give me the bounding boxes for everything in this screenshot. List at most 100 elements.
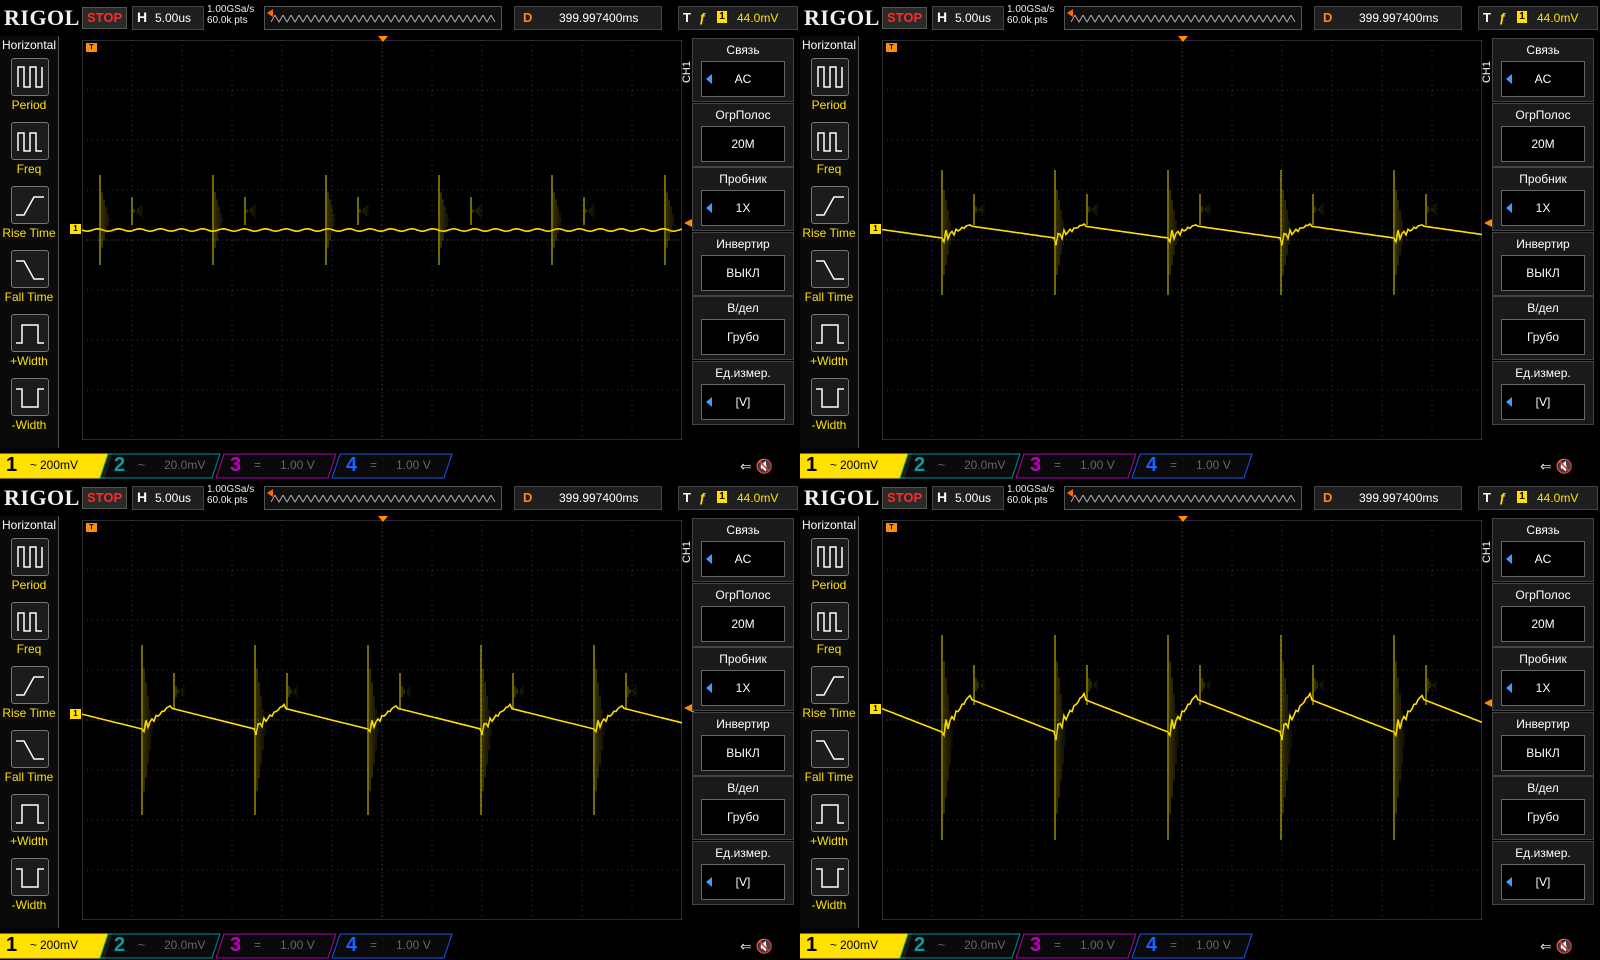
menu-item-value-box[interactable]: Грубо [701,799,785,835]
channel-menu-item-4[interactable]: Инвертир ВЫКЛ [1492,711,1594,776]
channel-menu-item-2[interactable]: ОгрПолос 20M [692,582,794,647]
menu-item-value-box[interactable]: 20M [1501,605,1585,642]
menu-item-value-box[interactable]: 1X [1501,190,1585,226]
menu-item-value-box[interactable]: 1X [1501,670,1585,706]
menu-item-value-box[interactable]: AC [701,61,785,97]
channel-tab-1[interactable]: 1 ~200mV [800,934,904,956]
menu-item-value-box[interactable]: ВЫКЛ [701,734,785,771]
delay-box[interactable]: D 399.997400ms [1314,486,1462,510]
ch1-offset-marker[interactable]: 1 [870,704,881,714]
channel-menu-item-5[interactable]: В/дел Грубо [692,776,794,840]
horizontal-timebase[interactable]: H 5.00us [932,6,1004,30]
channel-tab-3[interactable]: 3 = 1.00 V [1024,934,1128,956]
menu-item-value-box[interactable]: ВЫКЛ [701,254,785,291]
channel-tab-2[interactable]: 2 ~20.0mV [908,934,1012,956]
menu-item-value-box[interactable]: 20M [701,605,785,642]
measure-item-freq[interactable]: Freq [0,118,58,180]
channel-menu-item-6[interactable]: Ед.измер. [V] [1492,840,1594,905]
measure-item-width[interactable]: +Width [0,310,58,372]
menu-item-value-box[interactable]: [V] [701,383,785,420]
measure-item-rise-time[interactable]: Rise Time [800,182,858,244]
channel-tab-3[interactable]: 3 = 1.00 V [1024,454,1128,476]
menu-item-value-box[interactable]: [V] [1501,863,1585,900]
channel-tab-1[interactable]: 1 ~200mV [800,454,904,476]
measure-item-period[interactable]: Period [800,54,858,116]
channel-tab-4[interactable]: 4 = 1.00 V [1140,934,1244,956]
channel-tab-1[interactable]: 1 ~200mV [0,934,104,956]
measure-item-width[interactable]: -Width [800,854,858,916]
measure-item-freq[interactable]: Freq [0,598,58,660]
ch1-offset-marker[interactable]: 1 [870,224,881,234]
measure-item-rise-time[interactable]: Rise Time [0,182,58,244]
channel-menu-item-2[interactable]: ОгрПолос 20M [1492,582,1594,647]
measure-item-width[interactable]: -Width [0,854,58,916]
measure-item-rise-time[interactable]: Rise Time [800,662,858,724]
horizontal-timebase[interactable]: H 5.00us [132,486,204,510]
trigger-position-arrow-icon[interactable] [378,36,388,42]
measure-item-width[interactable]: +Width [800,310,858,372]
menu-item-value-box[interactable]: Грубо [1501,319,1585,355]
channel-menu-item-1[interactable]: Связь AC [692,38,794,102]
run-stop-status[interactable]: STOP [82,487,128,509]
measure-item-rise-time[interactable]: Rise Time [0,662,58,724]
channel-tab-4[interactable]: 4 = 1.00 V [340,934,444,956]
trigger-box[interactable]: T ƒ 1 44.0mV [678,6,798,30]
trigger-box[interactable]: T ƒ 1 44.0mV [1478,6,1598,30]
measure-item-freq[interactable]: Freq [800,598,858,660]
measure-item-fall-time[interactable]: Fall Time [0,726,58,788]
delay-box[interactable]: D 399.997400ms [514,486,662,510]
channel-menu-item-6[interactable]: Ед.измер. [V] [1492,360,1594,425]
channel-menu-item-4[interactable]: Инвертир ВЫКЛ [1492,231,1594,296]
channel-menu-item-4[interactable]: Инвертир ВЫКЛ [692,711,794,776]
channel-menu-item-3[interactable]: Пробник 1X [692,647,794,711]
menu-item-value-box[interactable]: [V] [1501,383,1585,420]
channel-tab-2[interactable]: 2 ~20.0mV [908,454,1012,476]
measure-item-width[interactable]: +Width [800,790,858,852]
channel-tab-1[interactable]: 1 ~200mV [0,454,104,476]
menu-item-value-box[interactable]: AC [701,541,785,577]
menu-item-value-box[interactable]: 1X [701,670,785,706]
channel-menu-item-6[interactable]: Ед.измер. [V] [692,360,794,425]
channel-menu-item-2[interactable]: ОгрПолос 20M [1492,102,1594,167]
measure-item-period[interactable]: Period [0,54,58,116]
ch1-offset-marker[interactable]: 1 [70,709,81,719]
menu-item-value-box[interactable]: ВЫКЛ [1501,254,1585,291]
horizontal-timebase[interactable]: H 5.00us [932,486,1004,510]
channel-tab-3[interactable]: 3 = 1.00 V [224,934,328,956]
menu-item-value-box[interactable]: AC [1501,61,1585,97]
trigger-position-arrow-icon[interactable] [1178,36,1188,42]
trigger-position-arrow-icon[interactable] [1178,516,1188,522]
measure-item-width[interactable]: -Width [0,374,58,436]
delay-box[interactable]: D 399.997400ms [514,6,662,30]
menu-item-value-box[interactable]: [V] [701,863,785,900]
measure-item-fall-time[interactable]: Fall Time [0,246,58,308]
delay-box[interactable]: D 399.997400ms [1314,6,1462,30]
menu-item-value-box[interactable]: Грубо [1501,799,1585,835]
menu-item-value-box[interactable]: 1X [701,190,785,226]
menu-item-value-box[interactable]: Грубо [701,319,785,355]
measure-item-width[interactable]: +Width [0,790,58,852]
trigger-box[interactable]: T ƒ 1 44.0mV [678,486,798,510]
channel-menu-item-3[interactable]: Пробник 1X [1492,647,1594,711]
ch1-offset-marker[interactable]: 1 [70,224,81,234]
trigger-position-arrow-icon[interactable] [378,516,388,522]
channel-menu-item-3[interactable]: Пробник 1X [692,167,794,231]
channel-menu-item-1[interactable]: Связь AC [1492,38,1594,102]
channel-menu-item-1[interactable]: Связь AC [1492,518,1594,582]
channel-menu-item-1[interactable]: Связь AC [692,518,794,582]
trigger-box[interactable]: T ƒ 1 44.0mV [1478,486,1598,510]
channel-tab-2[interactable]: 2 ~20.0mV [108,934,212,956]
channel-tab-3[interactable]: 3 = 1.00 V [224,454,328,476]
channel-menu-item-3[interactable]: Пробник 1X [1492,167,1594,231]
channel-tab-2[interactable]: 2 ~20.0mV [108,454,212,476]
channel-tab-4[interactable]: 4 = 1.00 V [340,454,444,476]
run-stop-status[interactable]: STOP [882,487,928,509]
measure-item-width[interactable]: -Width [800,374,858,436]
channel-menu-item-4[interactable]: Инвертир ВЫКЛ [692,231,794,296]
run-stop-status[interactable]: STOP [82,7,128,29]
channel-menu-item-5[interactable]: В/дел Грубо [1492,776,1594,840]
channel-menu-item-5[interactable]: В/дел Грубо [1492,296,1594,360]
channel-tab-4[interactable]: 4 = 1.00 V [1140,454,1244,476]
measure-item-freq[interactable]: Freq [800,118,858,180]
channel-menu-item-5[interactable]: В/дел Грубо [692,296,794,360]
